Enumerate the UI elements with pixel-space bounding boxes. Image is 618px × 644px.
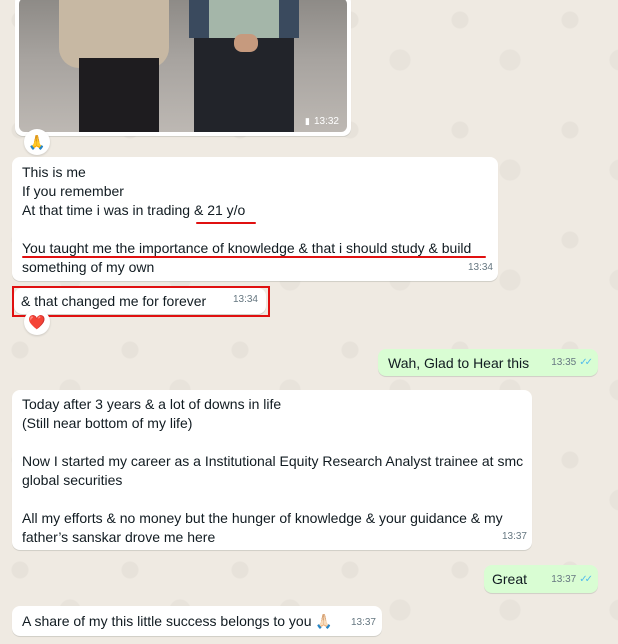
message-bubble[interactable]: Today after 3 years & a lot of downs in … xyxy=(12,390,532,550)
photo-timestamp: ▮ 13:32 xyxy=(305,112,339,131)
message-line: (Still near bottom of my life) xyxy=(22,415,193,431)
message-timestamp: 13:37 xyxy=(350,617,376,628)
message-line: A share of my this little success belong… xyxy=(22,613,333,629)
heart-emoji-icon: ❤️ xyxy=(28,313,46,330)
photo-image[interactable] xyxy=(19,0,347,132)
photo-hands xyxy=(234,34,258,52)
annotation-box xyxy=(12,286,270,317)
message-bubble[interactable]: This is me If you remember At that time … xyxy=(12,157,498,281)
message-line: something of my own xyxy=(22,259,155,275)
message-bubble-outgoing[interactable]: Wah, Glad to Hear this 13:35 ✓✓ xyxy=(378,349,598,376)
message-line: Great xyxy=(492,571,528,587)
message-line: father’s sanskar drove me here xyxy=(22,529,216,545)
photo-reaction[interactable]: 🙏 xyxy=(24,129,50,155)
read-ticks-icon: ✓✓ xyxy=(579,574,593,585)
annotation-underline xyxy=(22,256,486,258)
message-timestamp: 13:37 ✓✓ xyxy=(551,574,593,585)
message-line: If you remember xyxy=(22,183,124,199)
message-line: At that time i was in trading & 21 y/o xyxy=(22,202,246,218)
annotation-underline xyxy=(196,222,256,224)
message-bubble[interactable]: A share of my this little success belong… xyxy=(12,606,382,636)
message-timestamp: 13:34 xyxy=(467,262,493,273)
bookmark-icon: ▮ xyxy=(305,116,310,126)
photo-person-left-legs xyxy=(79,58,159,132)
photo-message[interactable]: ▮ 13:32 xyxy=(15,0,351,136)
message-line: global securities xyxy=(22,472,123,488)
photo-person-right-shirt xyxy=(209,0,279,38)
message-line: Now I started my career as a Institution… xyxy=(22,453,524,469)
photo-person-right-legs xyxy=(194,38,294,132)
message-line: This is me xyxy=(22,164,86,180)
pray-emoji-icon: 🙏 xyxy=(28,133,46,150)
message-reaction[interactable]: ❤️ xyxy=(24,309,50,335)
message-bubble-outgoing[interactable]: Great 13:37 ✓✓ xyxy=(484,565,598,593)
message-timestamp: 13:35 ✓✓ xyxy=(551,357,593,368)
message-timestamp: 13:37 xyxy=(501,531,527,542)
read-ticks-icon: ✓✓ xyxy=(579,357,593,368)
message-line: Wah, Glad to Hear this xyxy=(388,355,530,371)
message-line: All my efforts & no money but the hunger… xyxy=(22,510,503,526)
message-line: Today after 3 years & a lot of downs in … xyxy=(22,396,282,412)
